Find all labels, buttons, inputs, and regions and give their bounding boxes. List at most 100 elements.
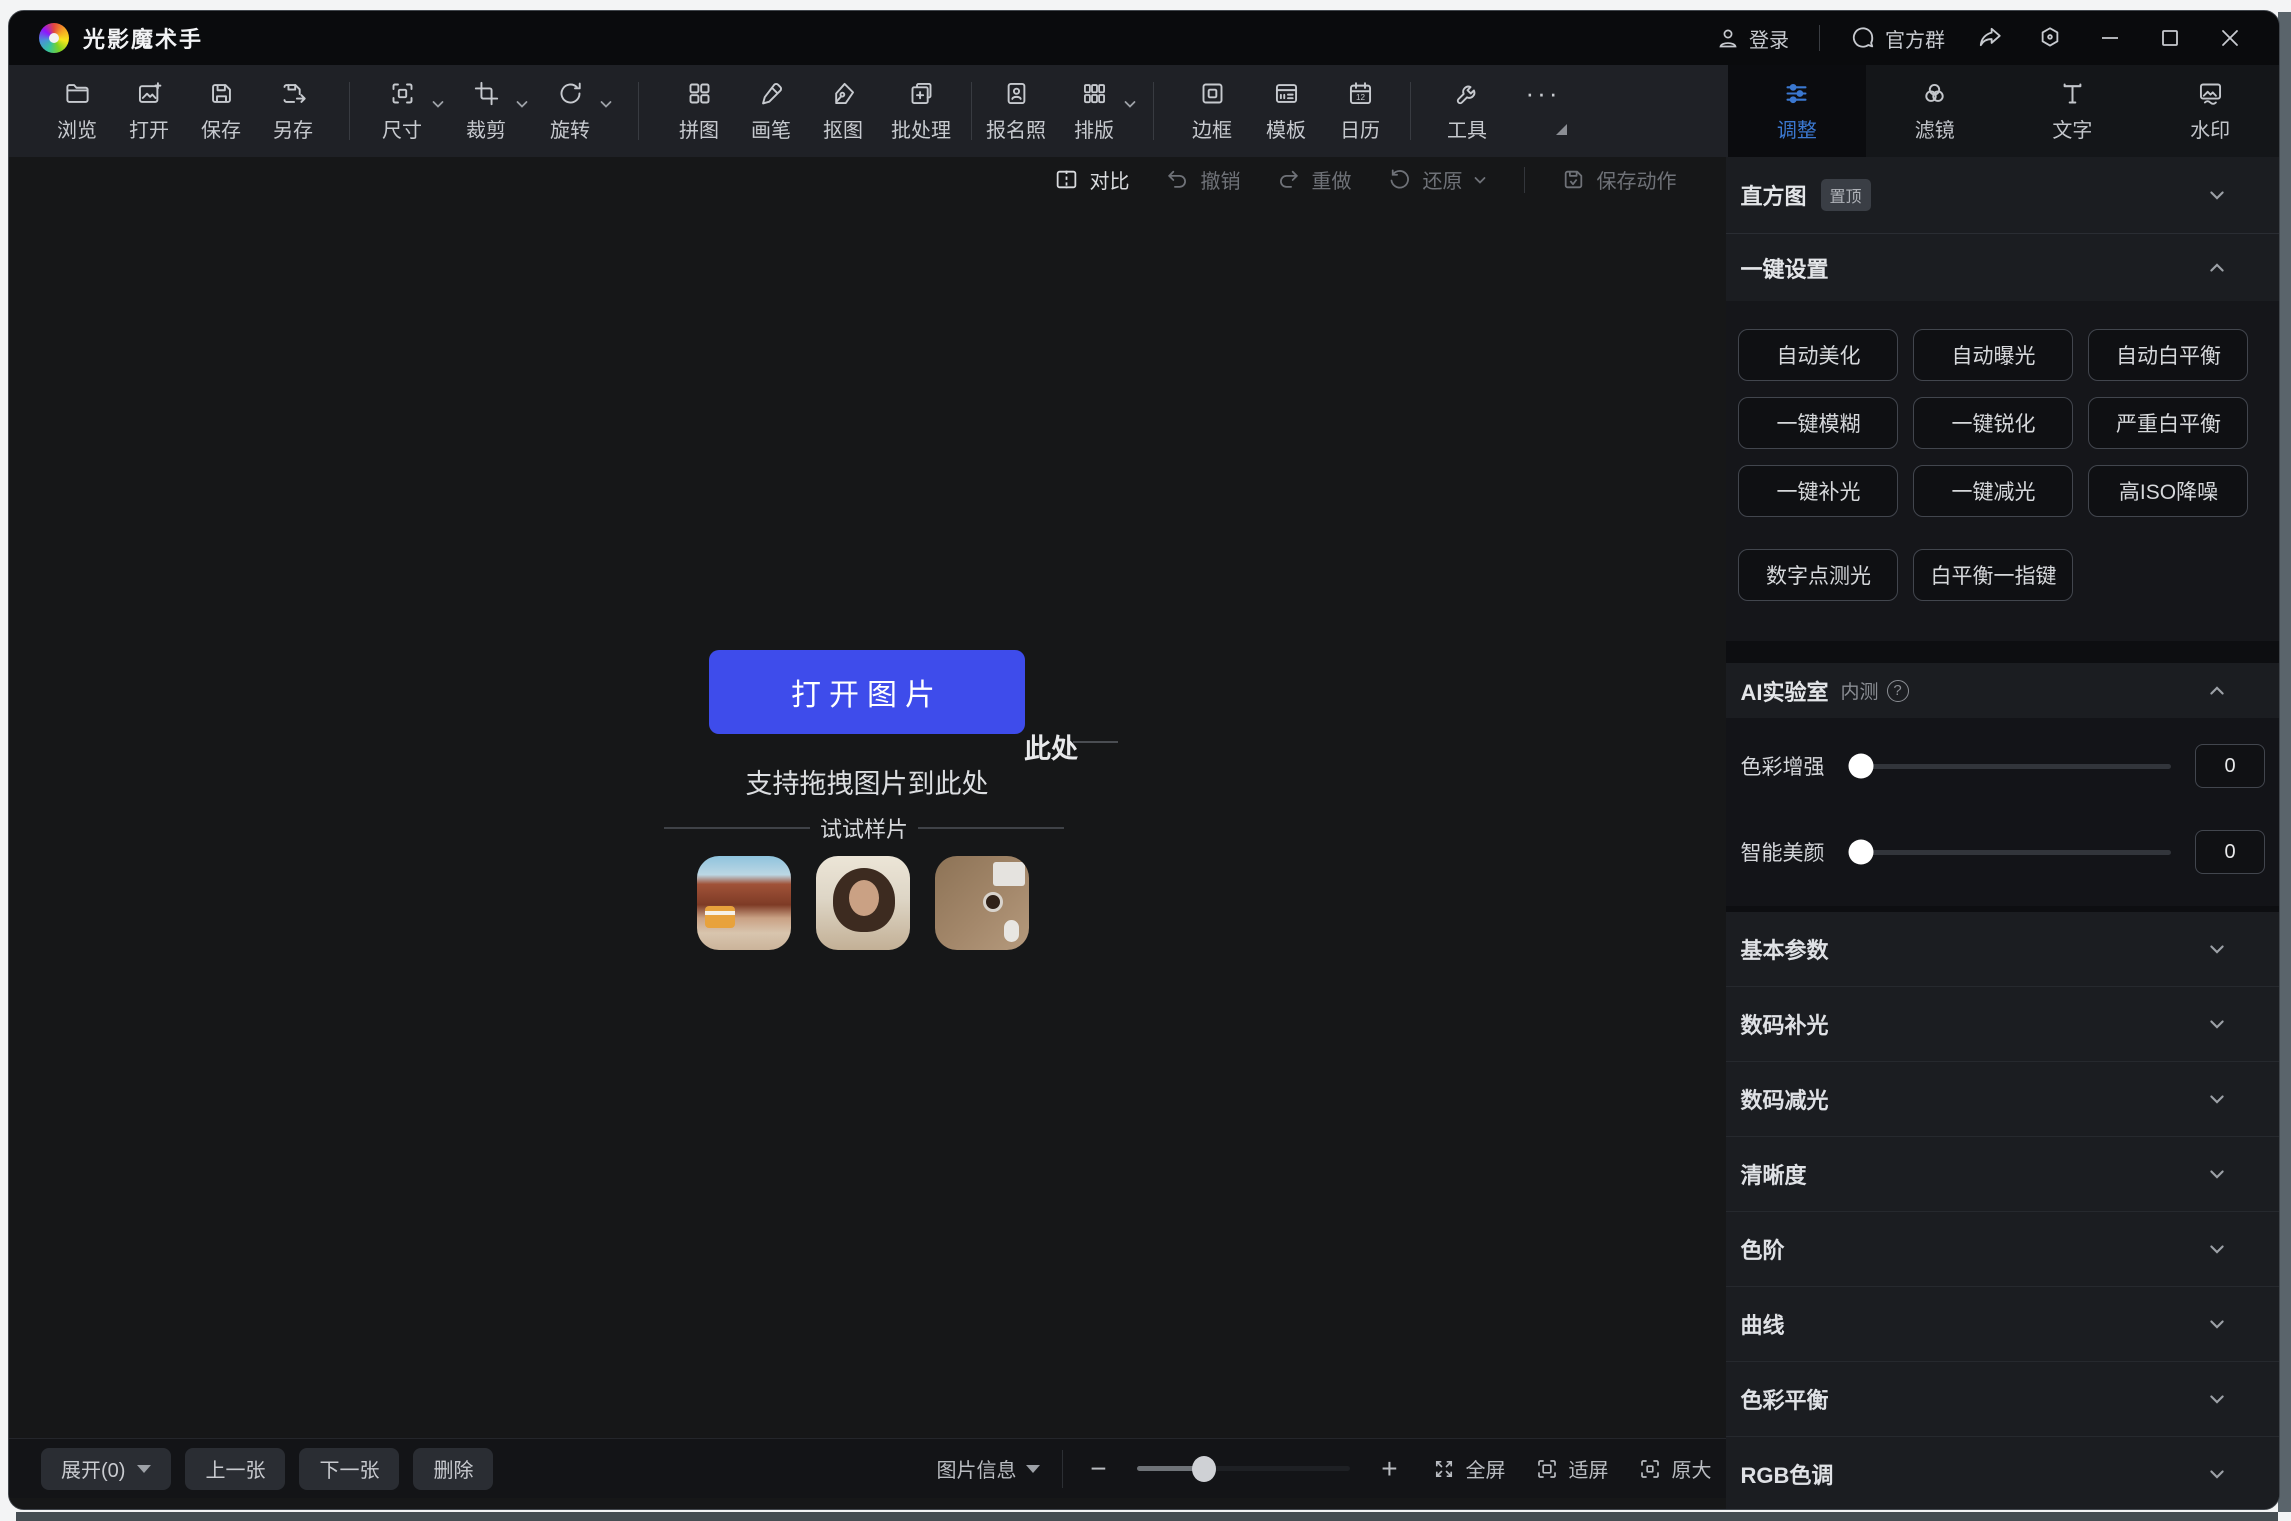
- revert-circle-icon: [1387, 167, 1412, 192]
- fullscreen-button[interactable]: 全屏: [1432, 1454, 1505, 1483]
- save-action-button[interactable]: 保存动作: [1561, 165, 1676, 194]
- section-rgb-tone[interactable]: RGB色调: [1726, 1437, 2279, 1510]
- tab-watermark[interactable]: 水印: [2141, 65, 2279, 157]
- image-plus-icon: [136, 80, 163, 107]
- floppy-icon: [208, 80, 235, 107]
- revert-button[interactable]: 还原: [1387, 165, 1488, 194]
- samples-header: 试试样片: [664, 812, 1064, 844]
- fit-screen-button[interactable]: 适屏: [1535, 1454, 1608, 1483]
- white-balance-one-key-button[interactable]: 白平衡一指键: [1913, 549, 2073, 601]
- section-digital-dim-light[interactable]: 数码减光: [1726, 1062, 2279, 1137]
- chat-bubble-icon: [1850, 25, 1876, 51]
- section-levels[interactable]: 色阶: [1726, 1212, 2279, 1287]
- toolbar-divider: [349, 82, 350, 140]
- tab-adjust[interactable]: 调整: [1728, 65, 1866, 157]
- auto-white-balance-button[interactable]: 自动白平衡: [2088, 329, 2248, 381]
- toolbar-item-rotate[interactable]: 旋转: [542, 80, 614, 143]
- chevron-down-icon: [1122, 96, 1138, 112]
- help-question-icon[interactable]: ?: [1887, 680, 1909, 702]
- sample-thumb-desk-flatlay[interactable]: [935, 856, 1029, 950]
- smart-beauty-value[interactable]: 0: [2195, 830, 2265, 874]
- zoom-out-button[interactable]: −: [1085, 1453, 1111, 1485]
- next-image-button[interactable]: 下一张: [299, 1448, 399, 1490]
- toolbar-item-border[interactable]: 边框: [1176, 80, 1248, 143]
- color-enhance-value[interactable]: 0: [2195, 744, 2265, 788]
- section-color-balance[interactable]: 色彩平衡: [1726, 1362, 2279, 1437]
- settings-gear-icon[interactable]: [2035, 23, 2065, 53]
- compare-button[interactable]: 对比: [1054, 165, 1129, 194]
- actual-size-button[interactable]: 原大: [1638, 1454, 1711, 1483]
- smart-beauty-slider[interactable]: [1856, 850, 2171, 855]
- filter-circles-icon: [1921, 80, 1948, 107]
- toolbar-item-save[interactable]: 保存: [185, 80, 257, 143]
- floppy-arrow-icon: [280, 80, 307, 107]
- one-click-section-header[interactable]: 一键设置: [1726, 234, 2279, 301]
- toolbar-item-id-photo[interactable]: 报名照: [974, 80, 1058, 143]
- one-click-dim-button[interactable]: 一键减光: [1913, 465, 2073, 517]
- tab-filters[interactable]: 滤镜: [1866, 65, 2004, 157]
- toolbar-item-template[interactable]: 模板: [1250, 80, 1322, 143]
- one-click-blur-button[interactable]: 一键模糊: [1738, 397, 1898, 449]
- zoom-slider-thumb[interactable]: [1192, 1456, 1216, 1482]
- section-digital-fill-light[interactable]: 数码补光: [1726, 987, 2279, 1062]
- face-shape: [849, 880, 879, 916]
- high-iso-denoise-button[interactable]: 高ISO降噪: [2088, 465, 2248, 517]
- slider-thumb[interactable]: [1849, 840, 1874, 865]
- tab-text[interactable]: 文字: [2004, 65, 2142, 157]
- close-button[interactable]: [2215, 23, 2245, 53]
- redo-button[interactable]: 重做: [1276, 165, 1351, 194]
- toolbar-item-crop[interactable]: 裁剪: [458, 80, 530, 143]
- sample-thumbnails: [697, 856, 1029, 950]
- delete-image-button[interactable]: 删除: [413, 1448, 493, 1490]
- slider-thumb[interactable]: [1849, 754, 1874, 779]
- auto-exposure-button[interactable]: 自动曝光: [1913, 329, 2073, 381]
- previous-image-button[interactable]: 上一张: [185, 1448, 285, 1490]
- toolbar-item-batch[interactable]: 批处理: [879, 80, 963, 143]
- zoom-in-button[interactable]: +: [1376, 1453, 1402, 1485]
- svg-text:12: 12: [1356, 93, 1365, 102]
- fullscreen-icon: [1432, 1457, 1456, 1481]
- toolbar-item-resize[interactable]: 尺寸: [374, 80, 446, 143]
- zoom-slider[interactable]: [1137, 1466, 1350, 1471]
- minimize-button[interactable]: [2095, 23, 2125, 53]
- undo-button[interactable]: 撤销: [1165, 165, 1240, 194]
- rotate-icon: [557, 80, 584, 107]
- toolbar-item-calendar[interactable]: 12 日历: [1324, 80, 1396, 143]
- sample-thumb-desert-road[interactable]: [697, 856, 791, 950]
- expand-filmstrip-button[interactable]: 展开(0): [41, 1448, 171, 1490]
- section-clarity[interactable]: 清晰度: [1726, 1137, 2279, 1212]
- one-click-sharpen-button[interactable]: 一键锐化: [1913, 397, 2073, 449]
- maximize-button[interactable]: [2155, 23, 2185, 53]
- login-button[interactable]: 登录: [1716, 24, 1789, 53]
- histogram-section-header[interactable]: 直方图 置顶: [1726, 157, 2279, 233]
- color-enhance-slider[interactable]: [1856, 764, 2171, 769]
- official-group-button[interactable]: 官方群: [1850, 24, 1945, 53]
- toolbar-item-browse[interactable]: 浏览: [41, 80, 113, 143]
- severe-white-balance-button[interactable]: 严重白平衡: [2088, 397, 2248, 449]
- divider-line: [918, 827, 1064, 829]
- share-button[interactable]: [1975, 23, 2005, 53]
- toolbar-item-collage[interactable]: 拼图: [663, 80, 735, 143]
- one-click-fill-light-button[interactable]: 一键补光: [1738, 465, 1898, 517]
- ai-lab-section-header[interactable]: AI实验室 内测 ?: [1726, 663, 2279, 718]
- sample-thumb-portrait[interactable]: [816, 856, 910, 950]
- calendar-icon: 12: [1347, 80, 1374, 107]
- pin-top-badge[interactable]: 置顶: [1821, 179, 1871, 211]
- section-curves[interactable]: 曲线: [1726, 1287, 2279, 1362]
- folder-icon: [64, 80, 91, 107]
- resize-brackets-icon: [389, 80, 416, 107]
- toolbar-item-save-as[interactable]: 另存: [257, 80, 329, 143]
- chevron-down-icon: [2207, 1314, 2227, 1334]
- toolbar-item-brush[interactable]: 画笔: [735, 80, 807, 143]
- auto-beautify-button[interactable]: 自动美化: [1738, 329, 1898, 381]
- toolbar-item-cutout[interactable]: 抠图: [807, 80, 879, 143]
- section-basic-params[interactable]: 基本参数: [1726, 912, 2279, 987]
- open-image-button[interactable]: 打开图片: [709, 650, 1025, 734]
- digital-spot-metering-button[interactable]: 数字点测光: [1738, 549, 1898, 601]
- toolbar-more-button[interactable]: ···: [1513, 80, 1573, 143]
- toolbar-item-open[interactable]: 打开: [113, 80, 185, 143]
- image-info-dropdown[interactable]: 图片信息: [936, 1454, 1040, 1483]
- toolbar-item-tools[interactable]: 工具: [1435, 80, 1499, 143]
- compare-split-icon: [1054, 167, 1079, 192]
- toolbar-item-layout[interactable]: 排版: [1066, 80, 1138, 143]
